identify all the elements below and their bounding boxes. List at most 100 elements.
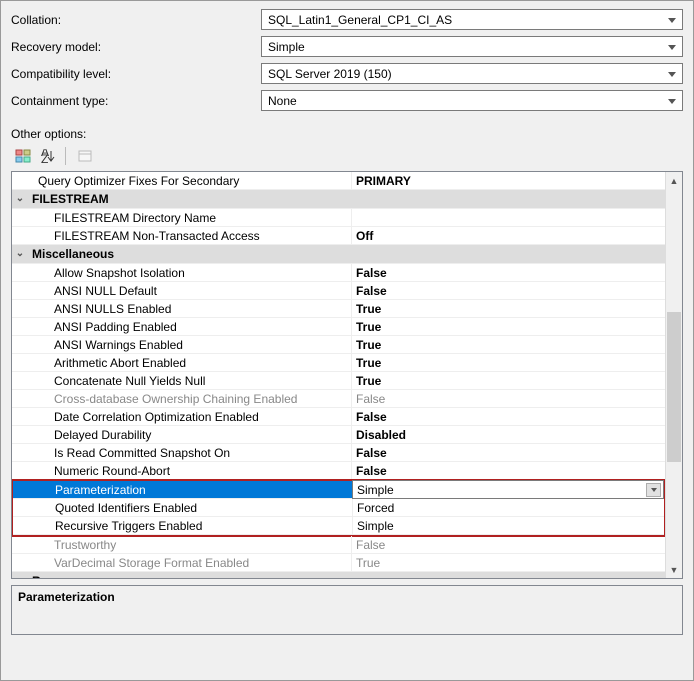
prop-value: True: [351, 554, 665, 571]
recovery-model-value: Simple: [268, 40, 305, 54]
prop-name: Cross-database Ownership Chaining Enable…: [28, 390, 351, 407]
prop-name: VarDecimal Storage Format Enabled: [28, 554, 351, 571]
category-row-filestream[interactable]: ⌄ FILESTREAM: [12, 190, 665, 209]
prop-name: Trustworthy: [28, 536, 351, 553]
prop-name: Numeric Round-Abort: [28, 462, 351, 479]
prop-name: Arithmetic Abort Enabled: [28, 354, 351, 371]
categorized-button[interactable]: [11, 145, 35, 167]
empty: [351, 245, 665, 263]
prop-name: ANSI NULL Default: [28, 282, 351, 299]
prop-value[interactable]: True: [351, 354, 665, 371]
grid-row[interactable]: ANSI Warnings EnabledTrue: [12, 336, 665, 354]
category-label: Recovery: [28, 572, 351, 578]
prop-value[interactable]: Off: [351, 227, 665, 244]
grid-row[interactable]: Allow Snapshot IsolationFalse: [12, 264, 665, 282]
collation-select[interactable]: SQL_Latin1_General_CP1_CI_AS: [261, 9, 683, 30]
prop-name: Quoted Identifiers Enabled: [29, 499, 352, 516]
prop-name: ANSI NULLS Enabled: [28, 300, 351, 317]
prop-name: ANSI Warnings Enabled: [28, 336, 351, 353]
grid-row[interactable]: Recursive Triggers EnabledSimple: [13, 517, 664, 535]
prop-name: Parameterization: [29, 481, 352, 498]
grid-row[interactable]: FILESTREAM Directory Name: [12, 209, 665, 227]
prop-name: FILESTREAM Non-Transacted Access: [28, 227, 351, 244]
description-title: Parameterization: [18, 590, 676, 604]
category-row-misc[interactable]: ⌄ Miscellaneous: [12, 245, 665, 264]
svg-text:Z: Z: [41, 152, 48, 163]
property-grid[interactable]: Query Optimizer Fixes For Secondary PRIM…: [12, 172, 665, 578]
grid-row: TrustworthyFalse: [12, 536, 665, 554]
collapse-icon[interactable]: ⌄: [12, 572, 28, 578]
category-label: FILESTREAM: [28, 190, 351, 208]
description-panel: Parameterization: [11, 585, 683, 635]
prop-value: False: [351, 390, 665, 407]
prop-value: False: [351, 536, 665, 553]
property-pages-button[interactable]: [73, 145, 97, 167]
grid-row[interactable]: FILESTREAM Non-Transacted AccessOff: [12, 227, 665, 245]
prop-name: Delayed Durability: [28, 426, 351, 443]
grid-row: Cross-database Ownership Chaining Enable…: [12, 390, 665, 408]
prop-value[interactable]: True: [351, 372, 665, 389]
grid-row[interactable]: Delayed DurabilityDisabled: [12, 426, 665, 444]
dropdown-selected-value: Simple: [357, 483, 394, 497]
recovery-model-select[interactable]: Simple: [261, 36, 683, 57]
prop-value[interactable]: Simple: [352, 517, 664, 534]
prop-value[interactable]: PRIMARY: [351, 172, 665, 189]
grid-row[interactable]: ANSI NULL DefaultFalse: [12, 282, 665, 300]
grid-row[interactable]: Numeric Round-AbortFalse: [12, 462, 665, 480]
grid-row[interactable]: Query Optimizer Fixes For Secondary PRIM…: [12, 172, 665, 190]
other-options-label: Other options:: [11, 127, 693, 141]
prop-value[interactable]: True: [351, 300, 665, 317]
prop-value[interactable]: False: [351, 408, 665, 425]
grid-row-parameterization[interactable]: Parameterization Simple Forced Simple: [13, 481, 664, 499]
expander-placeholder: [12, 172, 28, 189]
highlighted-region: Parameterization Simple Forced Simple Qu…: [12, 479, 665, 537]
prop-value[interactable]: Disabled: [351, 426, 665, 443]
grid-row[interactable]: Quoted Identifiers EnabledForced: [13, 499, 664, 517]
prop-value[interactable]: True: [351, 318, 665, 335]
collation-label: Collation:: [11, 13, 261, 27]
empty: [351, 572, 665, 578]
category-label: Miscellaneous: [28, 245, 351, 263]
prop-name: Recursive Triggers Enabled: [29, 517, 352, 534]
scroll-down-icon[interactable]: ▼: [666, 561, 682, 578]
prop-name: Date Correlation Optimization Enabled: [28, 408, 351, 425]
grid-row[interactable]: Date Correlation Optimization EnabledFal…: [12, 408, 665, 426]
containment-label: Containment type:: [11, 94, 261, 108]
prop-name: Is Read Committed Snapshot On: [28, 444, 351, 461]
containment-select[interactable]: None: [261, 90, 683, 111]
grid-row[interactable]: Concatenate Null Yields NullTrue: [12, 372, 665, 390]
prop-value[interactable]: False: [351, 444, 665, 461]
prop-name: Query Optimizer Fixes For Secondary: [28, 172, 351, 189]
empty: [351, 190, 665, 208]
vertical-scrollbar[interactable]: ▲ ▼: [665, 172, 682, 578]
compat-level-value: SQL Server 2019 (150): [268, 67, 392, 81]
scroll-thumb[interactable]: [667, 312, 681, 462]
prop-value[interactable]: False: [351, 264, 665, 281]
grid-row[interactable]: ANSI NULLS EnabledTrue: [12, 300, 665, 318]
alphabetical-button[interactable]: AZ: [37, 145, 61, 167]
prop-name: ANSI Padding Enabled: [28, 318, 351, 335]
compat-level-select[interactable]: SQL Server 2019 (150): [261, 63, 683, 84]
chevron-down-icon[interactable]: [646, 483, 661, 497]
grid-row[interactable]: Is Read Committed Snapshot OnFalse: [12, 444, 665, 462]
grid-row[interactable]: ANSI Padding EnabledTrue: [12, 318, 665, 336]
prop-value[interactable]: [351, 209, 665, 226]
scroll-up-icon[interactable]: ▲: [666, 172, 682, 189]
prop-value[interactable]: True: [351, 336, 665, 353]
collapse-icon[interactable]: ⌄: [12, 245, 28, 263]
recovery-model-label: Recovery model:: [11, 40, 261, 54]
prop-name: FILESTREAM Directory Name: [28, 209, 351, 226]
grid-row[interactable]: Arithmetic Abort EnabledTrue: [12, 354, 665, 372]
containment-value: None: [268, 94, 297, 108]
prop-value[interactable]: False: [351, 282, 665, 299]
category-row-recovery[interactable]: ⌄ Recovery: [12, 572, 665, 578]
collation-value: SQL_Latin1_General_CP1_CI_AS: [268, 13, 452, 27]
prop-value[interactable]: Forced: [352, 499, 664, 516]
prop-name: Concatenate Null Yields Null: [28, 372, 351, 389]
prop-name: Allow Snapshot Isolation: [28, 264, 351, 281]
prop-value[interactable]: False: [351, 462, 665, 479]
collapse-icon[interactable]: ⌄: [12, 190, 28, 208]
prop-value-dropdown[interactable]: Simple Forced Simple: [352, 480, 664, 499]
grid-row: VarDecimal Storage Format EnabledTrue: [12, 554, 665, 572]
compat-level-label: Compatibility level:: [11, 67, 261, 81]
